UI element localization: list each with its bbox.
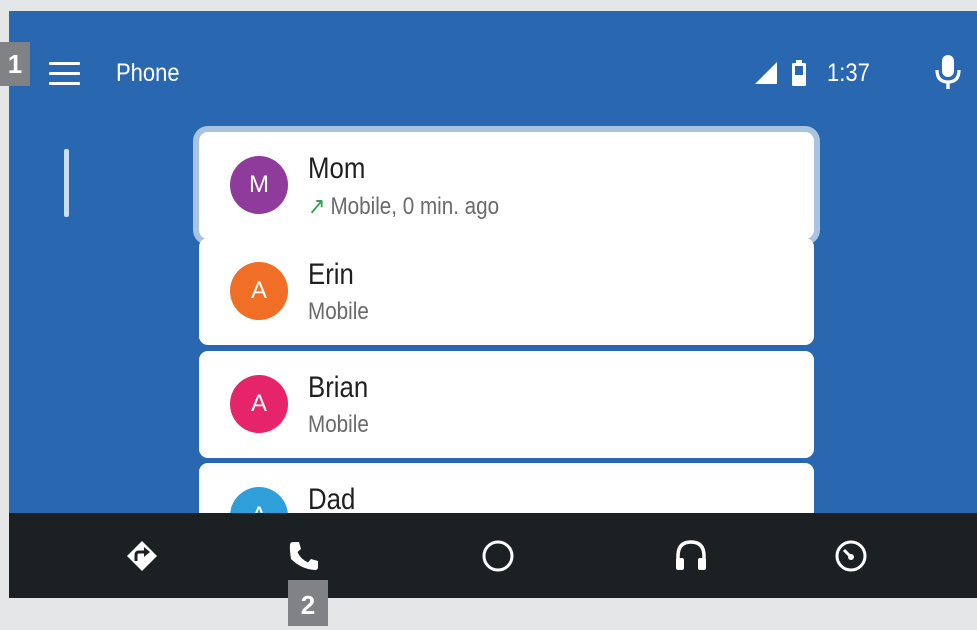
contact-name: Mom: [308, 152, 366, 185]
contact-detail: Mobile: [308, 298, 369, 325]
callout-2: 2: [288, 580, 328, 626]
outgoing-call-icon: ↗: [308, 193, 326, 220]
avatar: A: [230, 262, 288, 320]
home-circle-icon[interactable]: [479, 537, 517, 575]
phone-icon[interactable]: [285, 537, 323, 575]
contact-card-brian[interactable]: A Brian Mobile: [199, 351, 814, 458]
contact-name: Dad: [308, 483, 356, 516]
contact-name: Erin: [308, 258, 354, 291]
contact-card-mom[interactable]: M Mom ↗ Mobile, 0 min. ago: [199, 132, 814, 239]
contact-name: Brian: [308, 371, 369, 404]
contact-detail: Mobile: [308, 411, 369, 438]
bottom-nav-bar: [9, 513, 977, 598]
headphones-icon[interactable]: [672, 537, 710, 575]
android-auto-screen: Phone 1:37 M Mom ↗ Mobile, 0 min. ago A E…: [9, 11, 977, 598]
avatar: A: [230, 375, 288, 433]
speedometer-icon[interactable]: [832, 537, 870, 575]
callout-1: 1: [0, 42, 30, 86]
contact-detail: ↗ Mobile, 0 min. ago: [308, 192, 499, 221]
contact-card-erin[interactable]: A Erin Mobile: [199, 238, 814, 345]
call-detail-text: Mobile, 0 min. ago: [330, 193, 500, 220]
directions-icon[interactable]: [123, 537, 161, 575]
avatar: M: [230, 156, 288, 214]
contact-list: M Mom ↗ Mobile, 0 min. ago A Erin Mobile …: [9, 11, 977, 524]
